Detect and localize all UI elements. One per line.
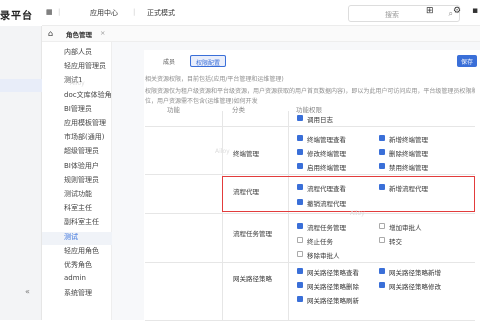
module-column-header: 分类 xyxy=(232,106,245,114)
role-list-item[interactable]: 市场部(通用) xyxy=(64,132,104,142)
app-grid-icon[interactable]: ⊞ xyxy=(426,6,434,16)
module-name: 网关路径策略 xyxy=(233,275,272,283)
role-list-item[interactable]: 副科室主任 xyxy=(64,217,99,227)
role-list-item[interactable]: 测试 xyxy=(64,232,78,242)
permission-checkbox[interactable] xyxy=(297,237,303,243)
grid-icon[interactable]: ▦ xyxy=(46,8,53,16)
permission-label: 终止任务 xyxy=(307,238,333,246)
permission-label: 网关路径策略删除 xyxy=(307,283,359,291)
role-list-item[interactable]: BI体验用户 xyxy=(64,161,99,171)
permission-label: 启用终端管理 xyxy=(307,164,346,172)
permission-label: 流程任务管理 xyxy=(307,224,346,232)
tab-close-icon[interactable]: × xyxy=(100,29,105,37)
module-name: 流程任务管理 xyxy=(233,230,272,238)
primary-sidebar xyxy=(0,26,42,320)
home-icon[interactable]: ⌂ xyxy=(48,29,53,38)
permission-label: 调用日志 xyxy=(307,116,333,124)
sidebar-selected-indicator xyxy=(0,79,42,92)
tab-role-management[interactable]: 角色管理 xyxy=(66,29,92,39)
user-icon[interactable]: ▪ xyxy=(472,6,478,16)
permission-checkbox[interactable] xyxy=(297,135,303,141)
permission-checkbox[interactable] xyxy=(379,163,385,169)
permission-column-header: 功能权限 xyxy=(296,106,322,114)
gear-icon[interactable]: ⚙ xyxy=(453,6,461,16)
permission-label: 转交 xyxy=(389,238,402,246)
permission-checkbox[interactable] xyxy=(379,223,385,229)
brand-logo: 录平台 xyxy=(0,0,42,26)
divider: | xyxy=(58,8,61,16)
role-list-item[interactable]: 科室主任 xyxy=(64,203,92,213)
permission-label: 网关路径策略新增 xyxy=(389,269,441,277)
tab-permission-config[interactable]: 权限配置 xyxy=(190,55,226,67)
divider: | xyxy=(133,8,136,16)
role-list-item[interactable]: BI管理员 xyxy=(64,104,92,114)
role-list-item[interactable]: 系统管理 xyxy=(64,288,92,298)
permission-checkbox[interactable] xyxy=(297,223,303,229)
top-bar: ▦ | 应用中心 | 正式模式 搜索 ⌕ ⊞ ⚙ ▪ xyxy=(42,0,480,26)
role-list-item[interactable]: 优秀角色 xyxy=(64,260,92,270)
permission-checkbox[interactable] xyxy=(297,296,303,302)
permission-checkbox[interactable] xyxy=(379,268,385,274)
role-list-item[interactable]: doc文库体验角色 xyxy=(64,90,119,100)
permission-label: 禁用终端管理 xyxy=(389,164,428,172)
permission-label: 网关路径策略修改 xyxy=(389,283,441,291)
role-list-item[interactable]: 应用模板管理 xyxy=(64,118,106,128)
permission-checkbox[interactable] xyxy=(379,282,385,288)
tab-member[interactable]: 成员 xyxy=(158,55,180,67)
tab-bar: ⌂ 角色管理 × xyxy=(42,26,480,42)
permission-checkbox[interactable] xyxy=(297,115,303,121)
permission-label: 修改终端管理 xyxy=(307,150,346,158)
permission-label: 删除终端管理 xyxy=(389,150,428,158)
row-divider xyxy=(145,126,475,127)
nav-app-center[interactable]: 应用中心 xyxy=(90,8,118,18)
permission-checkbox[interactable] xyxy=(297,282,303,288)
row-divider xyxy=(145,213,475,214)
permission-checkbox[interactable] xyxy=(297,163,303,169)
permission-label: 终端管理查看 xyxy=(307,136,346,144)
permission-label: 网关路径策略刷新 xyxy=(307,297,359,305)
watermark: Ailoy xyxy=(70,80,85,87)
collapse-sidebar-icon[interactable]: « xyxy=(25,287,30,296)
permission-checkbox[interactable] xyxy=(297,251,303,257)
save-button[interactable]: 保存 xyxy=(457,55,477,67)
first-column-header: 功能 xyxy=(167,106,180,114)
permission-label: 移除审批人 xyxy=(307,252,340,260)
permission-checkbox[interactable] xyxy=(379,237,385,243)
role-list-item[interactable]: 内部人员 xyxy=(64,47,92,57)
permission-checkbox[interactable] xyxy=(297,268,303,274)
permission-label: 增加审批人 xyxy=(389,224,422,232)
permission-checkbox[interactable] xyxy=(379,135,385,141)
role-list-item[interactable]: 规则管理员 xyxy=(64,175,99,185)
highlighted-row-flow-proxy xyxy=(222,176,475,212)
table-divider xyxy=(288,111,289,320)
permission-label: 新增终端管理 xyxy=(389,136,428,144)
permission-checkbox[interactable] xyxy=(297,149,303,155)
note-line-2: 权限资源仅为租户级资源和平台级资源，用户资源获取的用户首页数据内容)，即以为此用… xyxy=(145,88,475,95)
note-line-1: 相关资源权限，目前包括(应用/平台管理和运维管理) xyxy=(145,76,284,83)
permission-label: 网关路径策略查看 xyxy=(307,269,359,277)
role-list-item[interactable]: 轻应用管理员 xyxy=(64,61,106,71)
nav-mode[interactable]: 正式模式 xyxy=(147,8,175,18)
search-input[interactable]: 搜索 ⌕ xyxy=(348,5,460,22)
table-divider xyxy=(222,111,223,320)
role-list-item[interactable]: admin xyxy=(64,274,86,282)
role-list-item[interactable]: 测试功能 xyxy=(64,189,92,199)
watermark: Ailoy xyxy=(215,148,230,155)
row-divider xyxy=(145,262,475,263)
row-divider xyxy=(145,174,475,175)
role-list-item[interactable]: 轻应用角色 xyxy=(64,246,99,256)
permission-checkbox[interactable] xyxy=(379,149,385,155)
watermark: Ailoy xyxy=(350,210,365,217)
role-list-item[interactable]: 超级管理员 xyxy=(64,146,99,156)
module-name: 终端管理 xyxy=(233,150,259,158)
